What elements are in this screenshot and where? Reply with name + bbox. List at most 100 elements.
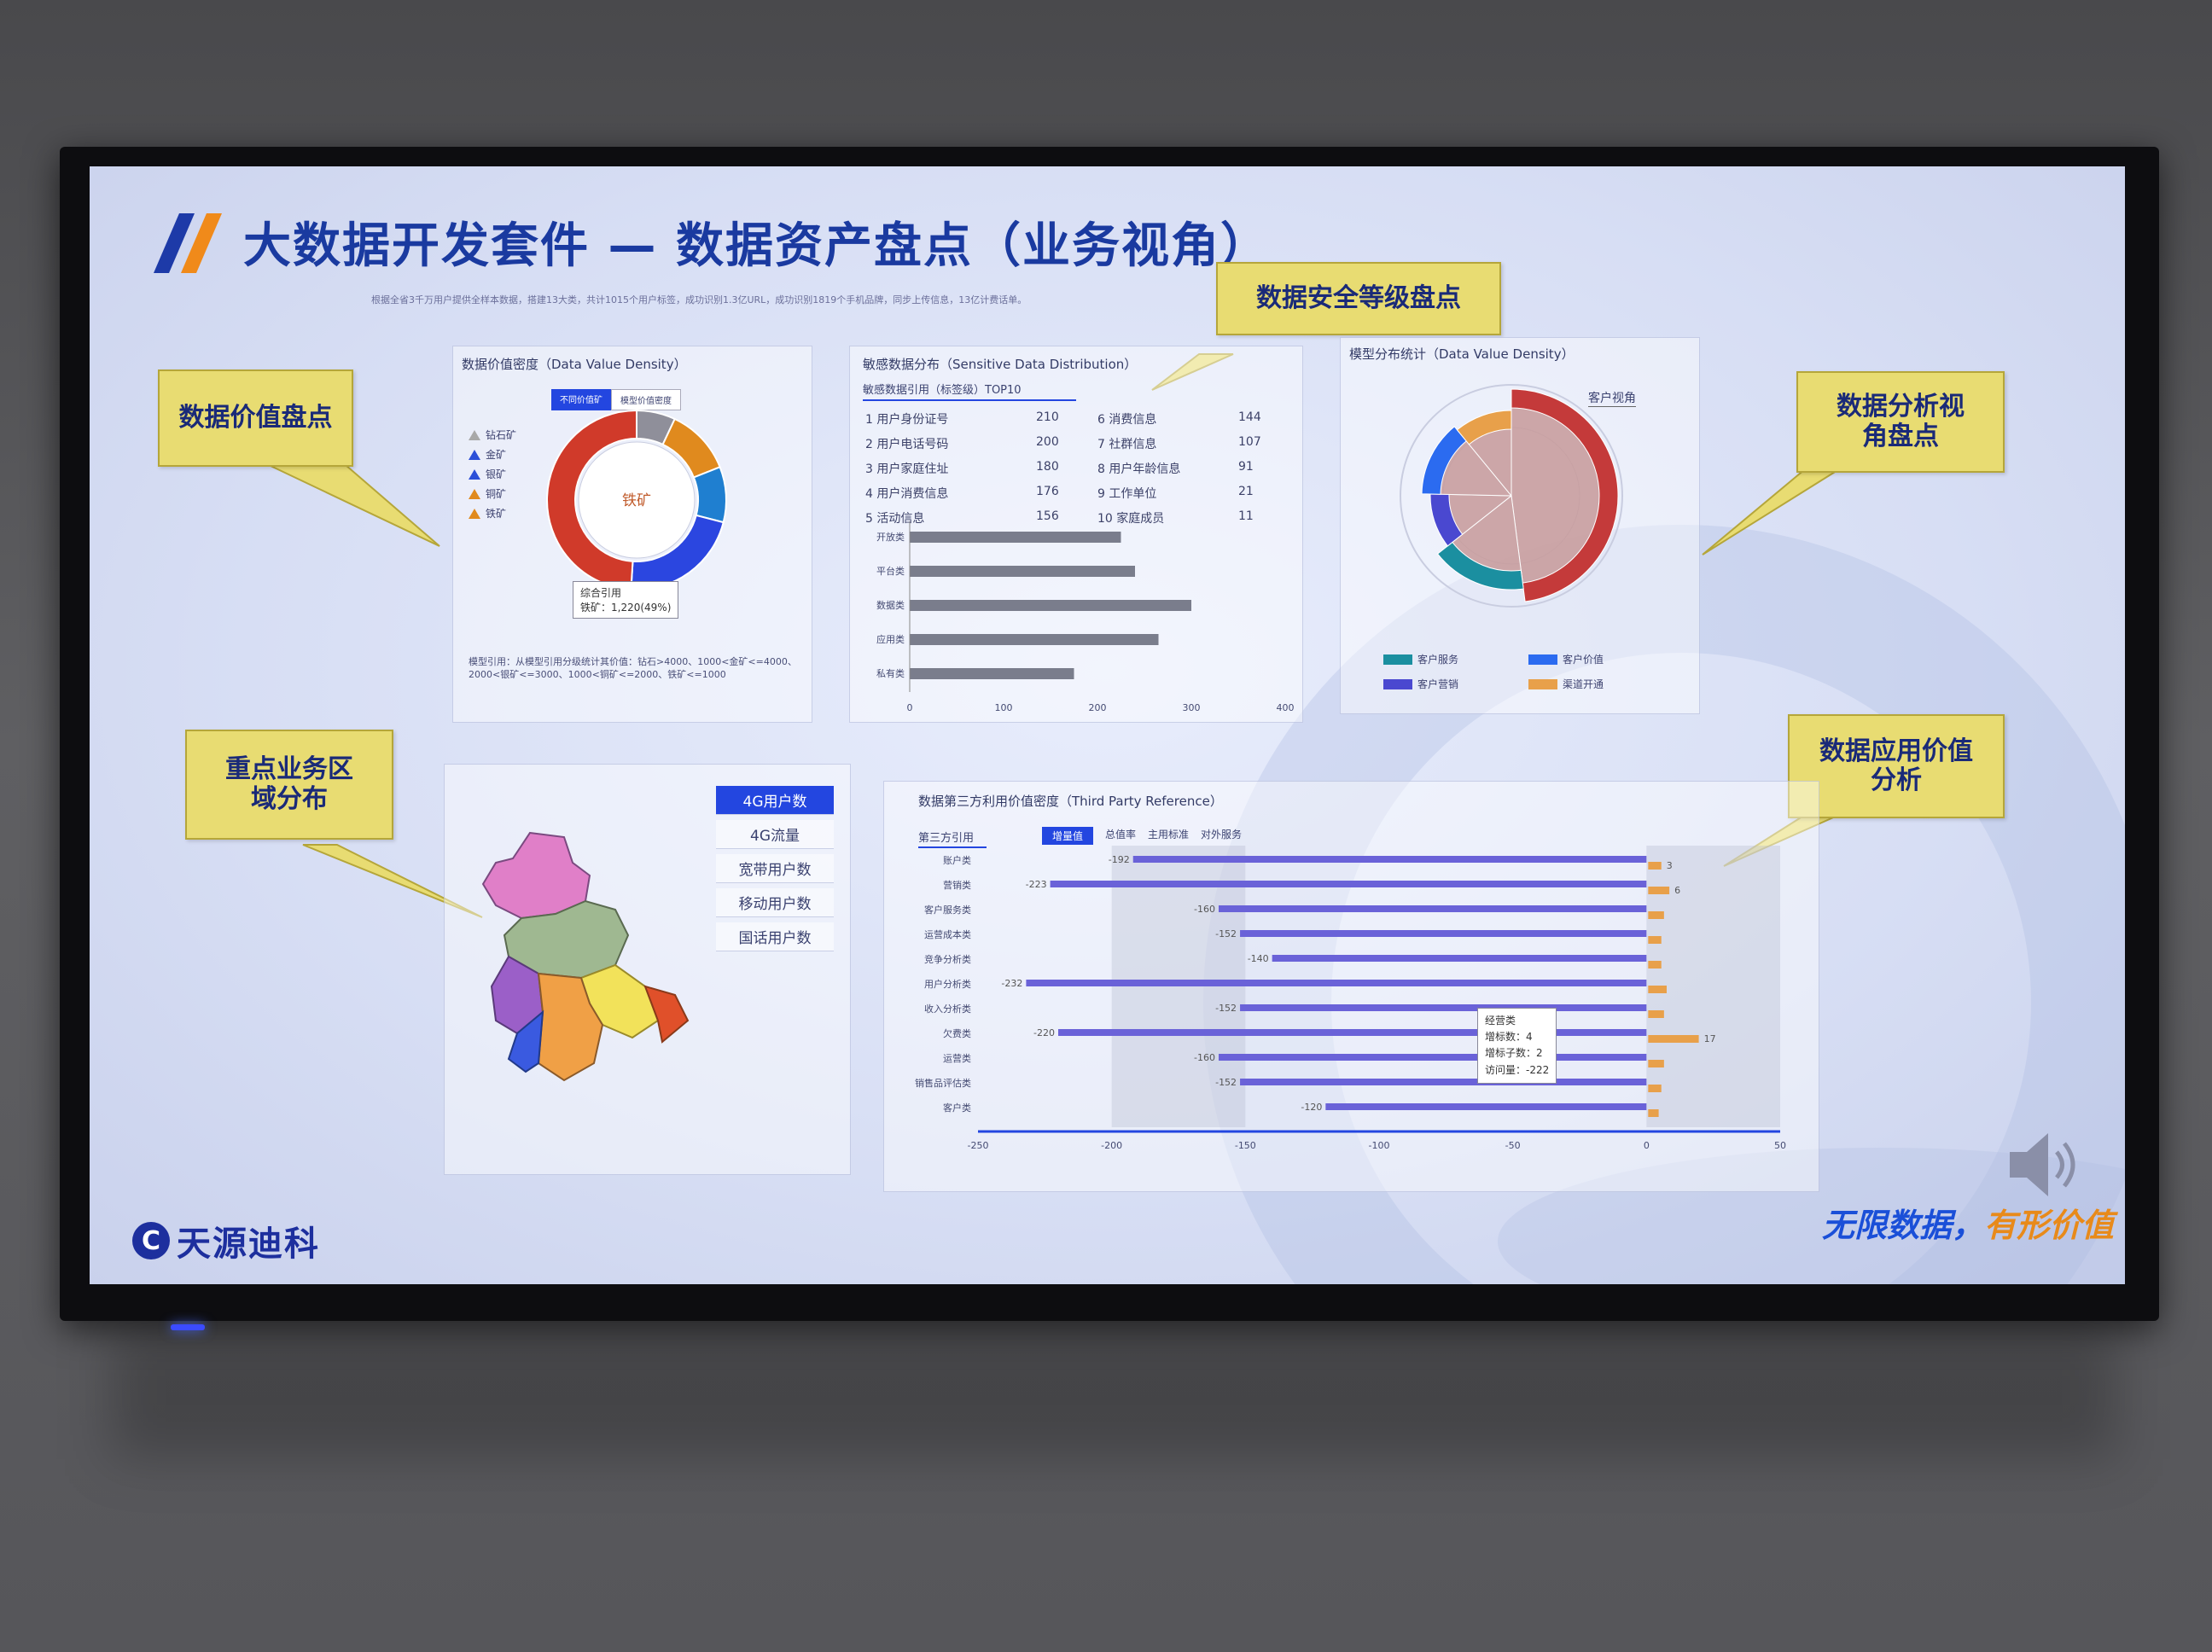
- sensitive-data-panel: 敏感数据分布（Sensitive Data Distribution） 敏感数据…: [849, 346, 1303, 723]
- customer-view-rose-chart: [1400, 384, 1623, 608]
- company-brand: C 天源迪科: [132, 1216, 320, 1265]
- value-density-donut-chart: 铁矿: [546, 409, 727, 590]
- list-item-name: 1 用户身份证号: [865, 413, 949, 427]
- list-item-value: 21: [1238, 485, 1254, 498]
- third-party-title: 数据第三方利用价值密度（Third Party Reference）: [918, 794, 1223, 809]
- bar-category-label: 收入分析类: [924, 1003, 971, 1015]
- tab-increment[interactable]: 增量值: [1042, 827, 1094, 845]
- menu-item-broadband-users[interactable]: 宽带用户数: [716, 854, 834, 883]
- list-item-value: 91: [1238, 460, 1254, 474]
- donut-tooltip-title: 综合引用: [580, 587, 622, 599]
- bar-positive: [1648, 961, 1662, 969]
- list-item-name: 2 用户电话号码: [865, 438, 949, 451]
- list-item-value: 200: [1036, 435, 1059, 449]
- bar-value-label: -192: [1109, 854, 1130, 865]
- bar-category-label: 账户类: [943, 854, 971, 866]
- bar: [910, 668, 1074, 679]
- sensitive-top10-list-right: 6 消费信息 144 7 社群信息 107 8 用户年龄信息 91 9 工作单位 21 …: [1097, 410, 1289, 526]
- bar-positive: [1648, 1060, 1664, 1067]
- x-tick-label: -200: [1101, 1140, 1122, 1151]
- bar-negative: [1058, 1029, 1647, 1036]
- bar-value-label: -223: [1026, 879, 1047, 890]
- bar-negative: [1219, 1054, 1647, 1061]
- region-panel: 4G用户数 4G流量 宽带用户数 移动用户数 国话用户数: [444, 764, 851, 1175]
- bar-positive: [1648, 986, 1667, 993]
- bar-negative: [1219, 905, 1647, 912]
- bar-negative: [1272, 955, 1647, 962]
- tooltip-line: 增标子数：2: [1485, 1047, 1543, 1060]
- x-tick-label: 100: [995, 702, 1013, 713]
- legend-label: 渠道开通: [1563, 678, 1604, 690]
- bar-positive: [1648, 1035, 1699, 1043]
- tv-power-led: [171, 1324, 205, 1330]
- legend-item: 客户服务: [1383, 649, 1528, 669]
- bar: [910, 634, 1159, 645]
- tooltip-line: 增标数：4: [1485, 1031, 1533, 1044]
- list-item-value: 180: [1036, 460, 1059, 474]
- bar-category-label: 平台类: [876, 565, 905, 577]
- callout-security-level: 数据安全等级盘点: [1216, 262, 1501, 335]
- bar-value-label: 3: [1667, 860, 1673, 871]
- menu-item-mobile-users[interactable]: 移动用户数: [716, 888, 834, 917]
- callout-region-text: 重点业务区域分布: [225, 754, 353, 814]
- bar: [910, 566, 1135, 577]
- bar-category-label: 客户服务类: [924, 904, 971, 916]
- third-party-tooltip: 经营类 增标数：4 增标子数：2 访问量：-222: [1477, 1008, 1557, 1084]
- callout-analysis-view: 数据分析视角盘点: [1796, 371, 2005, 473]
- tab-total-rate[interactable]: 总值率: [1105, 827, 1136, 845]
- donut-center-label: 铁矿: [622, 492, 651, 509]
- legend-swatch: [1383, 678, 1412, 689]
- menu-item-intl-call-users[interactable]: 国话用户数: [716, 922, 834, 951]
- list-item-name: 3 用户家庭住址: [865, 462, 949, 476]
- legend-label: 客户服务: [1417, 654, 1459, 666]
- bar-positive: [1648, 911, 1664, 919]
- sensitive-bar-chart: 开放类平台类数据类应用类私有类 0 100 200 300 400: [876, 521, 1295, 713]
- list-item-name: 7 社群信息: [1097, 438, 1157, 451]
- tv-shadow: [111, 1323, 2116, 1459]
- third-party-tabs: 增量值 总值率 主用标准 对外服务: [1042, 827, 1242, 845]
- bar-value-label: -232: [1001, 978, 1022, 989]
- slogan-part1: 无限数据，: [1822, 1207, 1985, 1244]
- bar-negative: [1026, 980, 1647, 986]
- tab-external-service[interactable]: 对外服务: [1201, 827, 1242, 845]
- bar-value-label: 17: [1704, 1033, 1716, 1044]
- bar-category-label: 欠费类: [943, 1027, 971, 1039]
- list-item-value: 210: [1036, 410, 1059, 424]
- slogan-part2: 有形价值: [1984, 1207, 2115, 1244]
- tooltip-line: 经营类: [1485, 1015, 1516, 1027]
- bar-negative: [1132, 856, 1647, 863]
- list-item-name: 4 用户消费信息: [865, 487, 949, 501]
- bar-positive: [1648, 936, 1662, 944]
- bar-positive: [1648, 887, 1670, 894]
- density-footnote: 模型引用：从模型引用分级统计其价值：钻石>4000、1000<金矿<=4000、…: [469, 656, 797, 681]
- sensitive-top10-list: 1 用户身份证号 210 2 用户电话号码 200 3 用户家庭住址 180 4 用户…: [865, 410, 1087, 526]
- bar-negative: [1240, 1004, 1647, 1011]
- legend-swatch: [1528, 654, 1557, 665]
- bar-negative: [1050, 881, 1647, 887]
- legend-item: 客户价值: [1528, 649, 1674, 669]
- bar: [910, 600, 1191, 611]
- bar-category-label: 营销类: [943, 879, 971, 891]
- menu-item-4g-users[interactable]: 4G用户数: [716, 786, 834, 815]
- bar-category-label: 用户分析类: [924, 978, 971, 990]
- bar-category-label: 运营成本类: [924, 928, 971, 940]
- bar-value-label: -220: [1033, 1027, 1055, 1038]
- bar-negative: [1325, 1103, 1647, 1110]
- callout-application-value: 数据应用价值分析: [1788, 714, 2005, 818]
- bar-category-label: 客户类: [943, 1102, 971, 1114]
- x-tick-label: 0: [907, 702, 913, 713]
- list-item-value: 176: [1036, 485, 1059, 498]
- bar-category-label: 数据类: [876, 599, 905, 611]
- x-tick-label: 50: [1774, 1140, 1786, 1151]
- bar-category-label: 销售品评估类: [915, 1077, 971, 1089]
- tooltip-line: 访问量：-222: [1485, 1063, 1550, 1076]
- sensitive-subtab[interactable]: 敏感数据引用（标签级）TOP10: [863, 381, 1076, 401]
- tab-primary-standard[interactable]: 主用标准: [1148, 827, 1189, 845]
- callout-analysis-view-text: 数据分析视角盘点: [1837, 392, 1965, 451]
- donut-slice: [692, 466, 727, 524]
- bar-value-label: -140: [1248, 953, 1269, 964]
- legend-label: 客户营销: [1417, 678, 1459, 690]
- bar-category-label: 开放类: [876, 531, 905, 543]
- menu-item-4g-traffic[interactable]: 4G流量: [716, 820, 834, 849]
- list-item-value: 144: [1238, 410, 1261, 424]
